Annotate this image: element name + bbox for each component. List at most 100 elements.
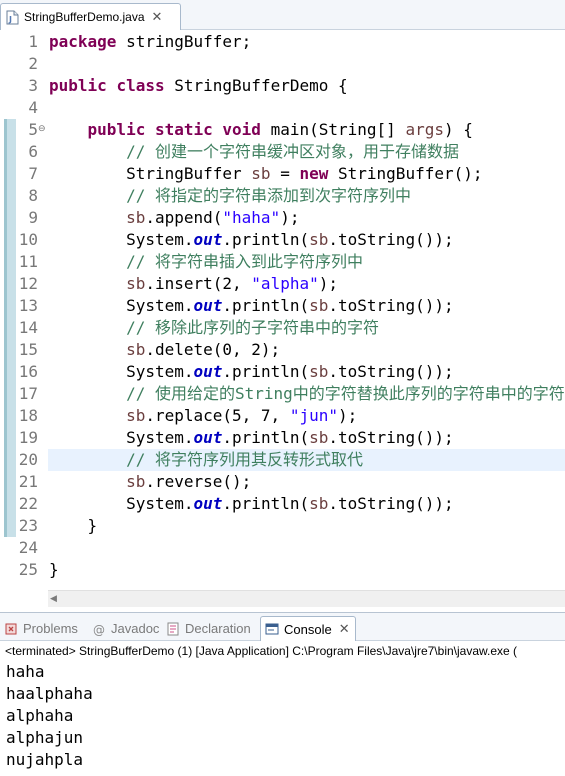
code-token: out <box>193 230 223 249</box>
code-line[interactable]: 5 ⊖ public static void main(String[] args… <box>0 119 565 141</box>
line-number: 17 <box>18 384 38 403</box>
code-line[interactable]: 15 sb.delete(0, 2); <box>0 339 565 361</box>
code-line[interactable]: 7 StringBuffer sb = new StringBuffer(); <box>0 163 565 185</box>
code-text: sb.insert(2, "alpha"); <box>49 273 338 295</box>
code-line[interactable]: 23 } <box>0 515 565 537</box>
close-icon[interactable]: ✕ <box>339 621 350 637</box>
code-text: sb.append("haha"); <box>49 207 299 229</box>
code-line[interactable]: 16 System.out.println(sb.toString()); <box>0 361 565 383</box>
horizontal-scrollbar[interactable]: ◀ <box>48 590 565 607</box>
code-token: ); <box>280 208 300 227</box>
code-text: StringBuffer sb = new StringBuffer(); <box>49 163 483 185</box>
code-token: out <box>193 296 223 315</box>
tab-problems[interactable]: Problems <box>4 616 78 641</box>
code-token: System. <box>49 362 194 381</box>
code-line[interactable]: 25} <box>0 559 565 581</box>
code-line[interactable]: 12 sb.insert(2, "alpha"); <box>0 273 565 295</box>
code-token: .println( <box>222 362 310 381</box>
code-line[interactable]: 20 // 将字符序列用其反转形式取代 <box>19 449 565 471</box>
code-token: ); <box>318 274 338 293</box>
tab-console[interactable]: Console ✕ <box>260 616 356 641</box>
console-status-line: <terminated> StringBufferDemo (1) [Java … <box>5 644 518 658</box>
code-line[interactable]: 3 public class StringBufferDemo { <box>0 75 565 97</box>
line-number: 22 <box>18 494 38 513</box>
line-number: 3 <box>28 76 38 95</box>
line-number: 18 <box>18 406 38 425</box>
code-token: .println( <box>222 428 310 447</box>
code-line[interactable]: 22 System.out.println(sb.toString()); <box>0 493 565 515</box>
collapse-icon[interactable]: ⊖ <box>38 124 46 134</box>
code-token: .toString()); <box>328 296 454 315</box>
code-line[interactable]: 24 <box>0 537 565 559</box>
javadoc-icon: @ <box>92 622 106 637</box>
line-number: 6 <box>28 142 38 161</box>
code-line[interactable]: 1 package stringBuffer; <box>0 31 565 53</box>
code-line[interactable]: 4 <box>0 97 565 119</box>
code-line[interactable]: 14 // 移除此序列的子字符串中的字符 <box>0 317 565 339</box>
code-token: // 将字符序列用其反转形式取代 <box>126 450 363 469</box>
code-token: out <box>193 494 223 513</box>
close-icon[interactable]: ✕ <box>152 11 163 24</box>
code-area[interactable]: 1 package stringBuffer; 2 3 public class Str… <box>0 31 565 590</box>
code-token: .println( <box>222 230 310 249</box>
code-token: System. <box>49 230 194 249</box>
code-line[interactable]: 8 // 将指定的字符串添加到次字符序列中 <box>0 185 565 207</box>
scroll-left-icon[interactable]: ◀ <box>50 594 57 604</box>
code-token: StringBuffer <box>49 164 252 183</box>
code-text: // 移除此序列的子字符串中的字符 <box>49 317 379 339</box>
line-number: 19 <box>18 428 38 447</box>
code-line[interactable]: 2 <box>0 53 565 75</box>
code-line[interactable]: 21 sb.reverse(); <box>0 471 565 493</box>
code-token: // 移除此序列的子字符串中的字符 <box>126 318 379 337</box>
editor-tab-stringbufferdemo[interactable]: J StringBufferDemo.java ✕ <box>0 3 181 30</box>
tab-label: Declaration <box>185 621 251 636</box>
code-token: static <box>154 120 213 139</box>
line-number: 1 <box>28 32 38 51</box>
code-line[interactable]: 17 // 使用给定的String中的字符替换此序列的字符串中的字符 <box>0 383 565 405</box>
line-number: 24 <box>18 538 38 557</box>
line-number: 7 <box>28 164 38 183</box>
line-number: 13 <box>18 296 38 315</box>
code-token: sb <box>126 274 146 293</box>
declaration-icon <box>166 622 180 636</box>
code-line[interactable]: 19 System.out.println(sb.toString()); <box>0 427 565 449</box>
code-token: StringBuffer(); <box>328 164 483 183</box>
code-line[interactable]: 9 sb.append("haha"); <box>0 207 565 229</box>
code-token: .println( <box>222 494 310 513</box>
code-line[interactable]: 18 sb.replace(5, 7, "jun"); <box>0 405 565 427</box>
console-output-line: nujahpla <box>6 750 84 769</box>
code-line[interactable]: 6 // 创建一个字符串缓冲区对象，用于存储数据 <box>0 141 565 163</box>
line-number: 12 <box>18 274 38 293</box>
code-token: package <box>49 32 117 51</box>
java-editor[interactable]: J StringBufferDemo.java ✕ 1 package strin… <box>0 0 565 610</box>
tab-javadoc[interactable]: @ Javadoc <box>92 616 159 641</box>
line-number: 23 <box>18 516 38 535</box>
line-number: 20 <box>18 450 38 469</box>
code-text: // 使用给定的String中的字符替换此序列的字符串中的字符 <box>49 383 565 405</box>
code-token: .toString()); <box>328 230 454 249</box>
tab-label: Console <box>284 621 332 637</box>
line-number: 21 <box>18 472 38 491</box>
code-token: public <box>87 120 146 139</box>
code-token: void <box>222 120 261 139</box>
code-token: sb <box>309 230 329 249</box>
code-line[interactable]: 13 System.out.println(sb.toString()); <box>0 295 565 317</box>
tab-declaration[interactable]: Declaration <box>166 616 251 641</box>
problems-icon <box>4 622 18 636</box>
code-token: // 使用给定的String中的字符替换此序列的字符串中的字符 <box>126 384 565 403</box>
line-number: 10 <box>18 230 38 249</box>
code-token: sb <box>309 494 329 513</box>
code-token: public <box>49 76 107 95</box>
code-text: System.out.println(sb.toString()); <box>49 295 454 317</box>
code-token: .insert(2, <box>145 274 252 293</box>
code-line[interactable]: 10 System.out.println(sb.toString()); <box>0 229 565 251</box>
code-line[interactable]: 11 // 将字符串插入到此字符序列中 <box>0 251 565 273</box>
line-number: 16 <box>18 362 38 381</box>
